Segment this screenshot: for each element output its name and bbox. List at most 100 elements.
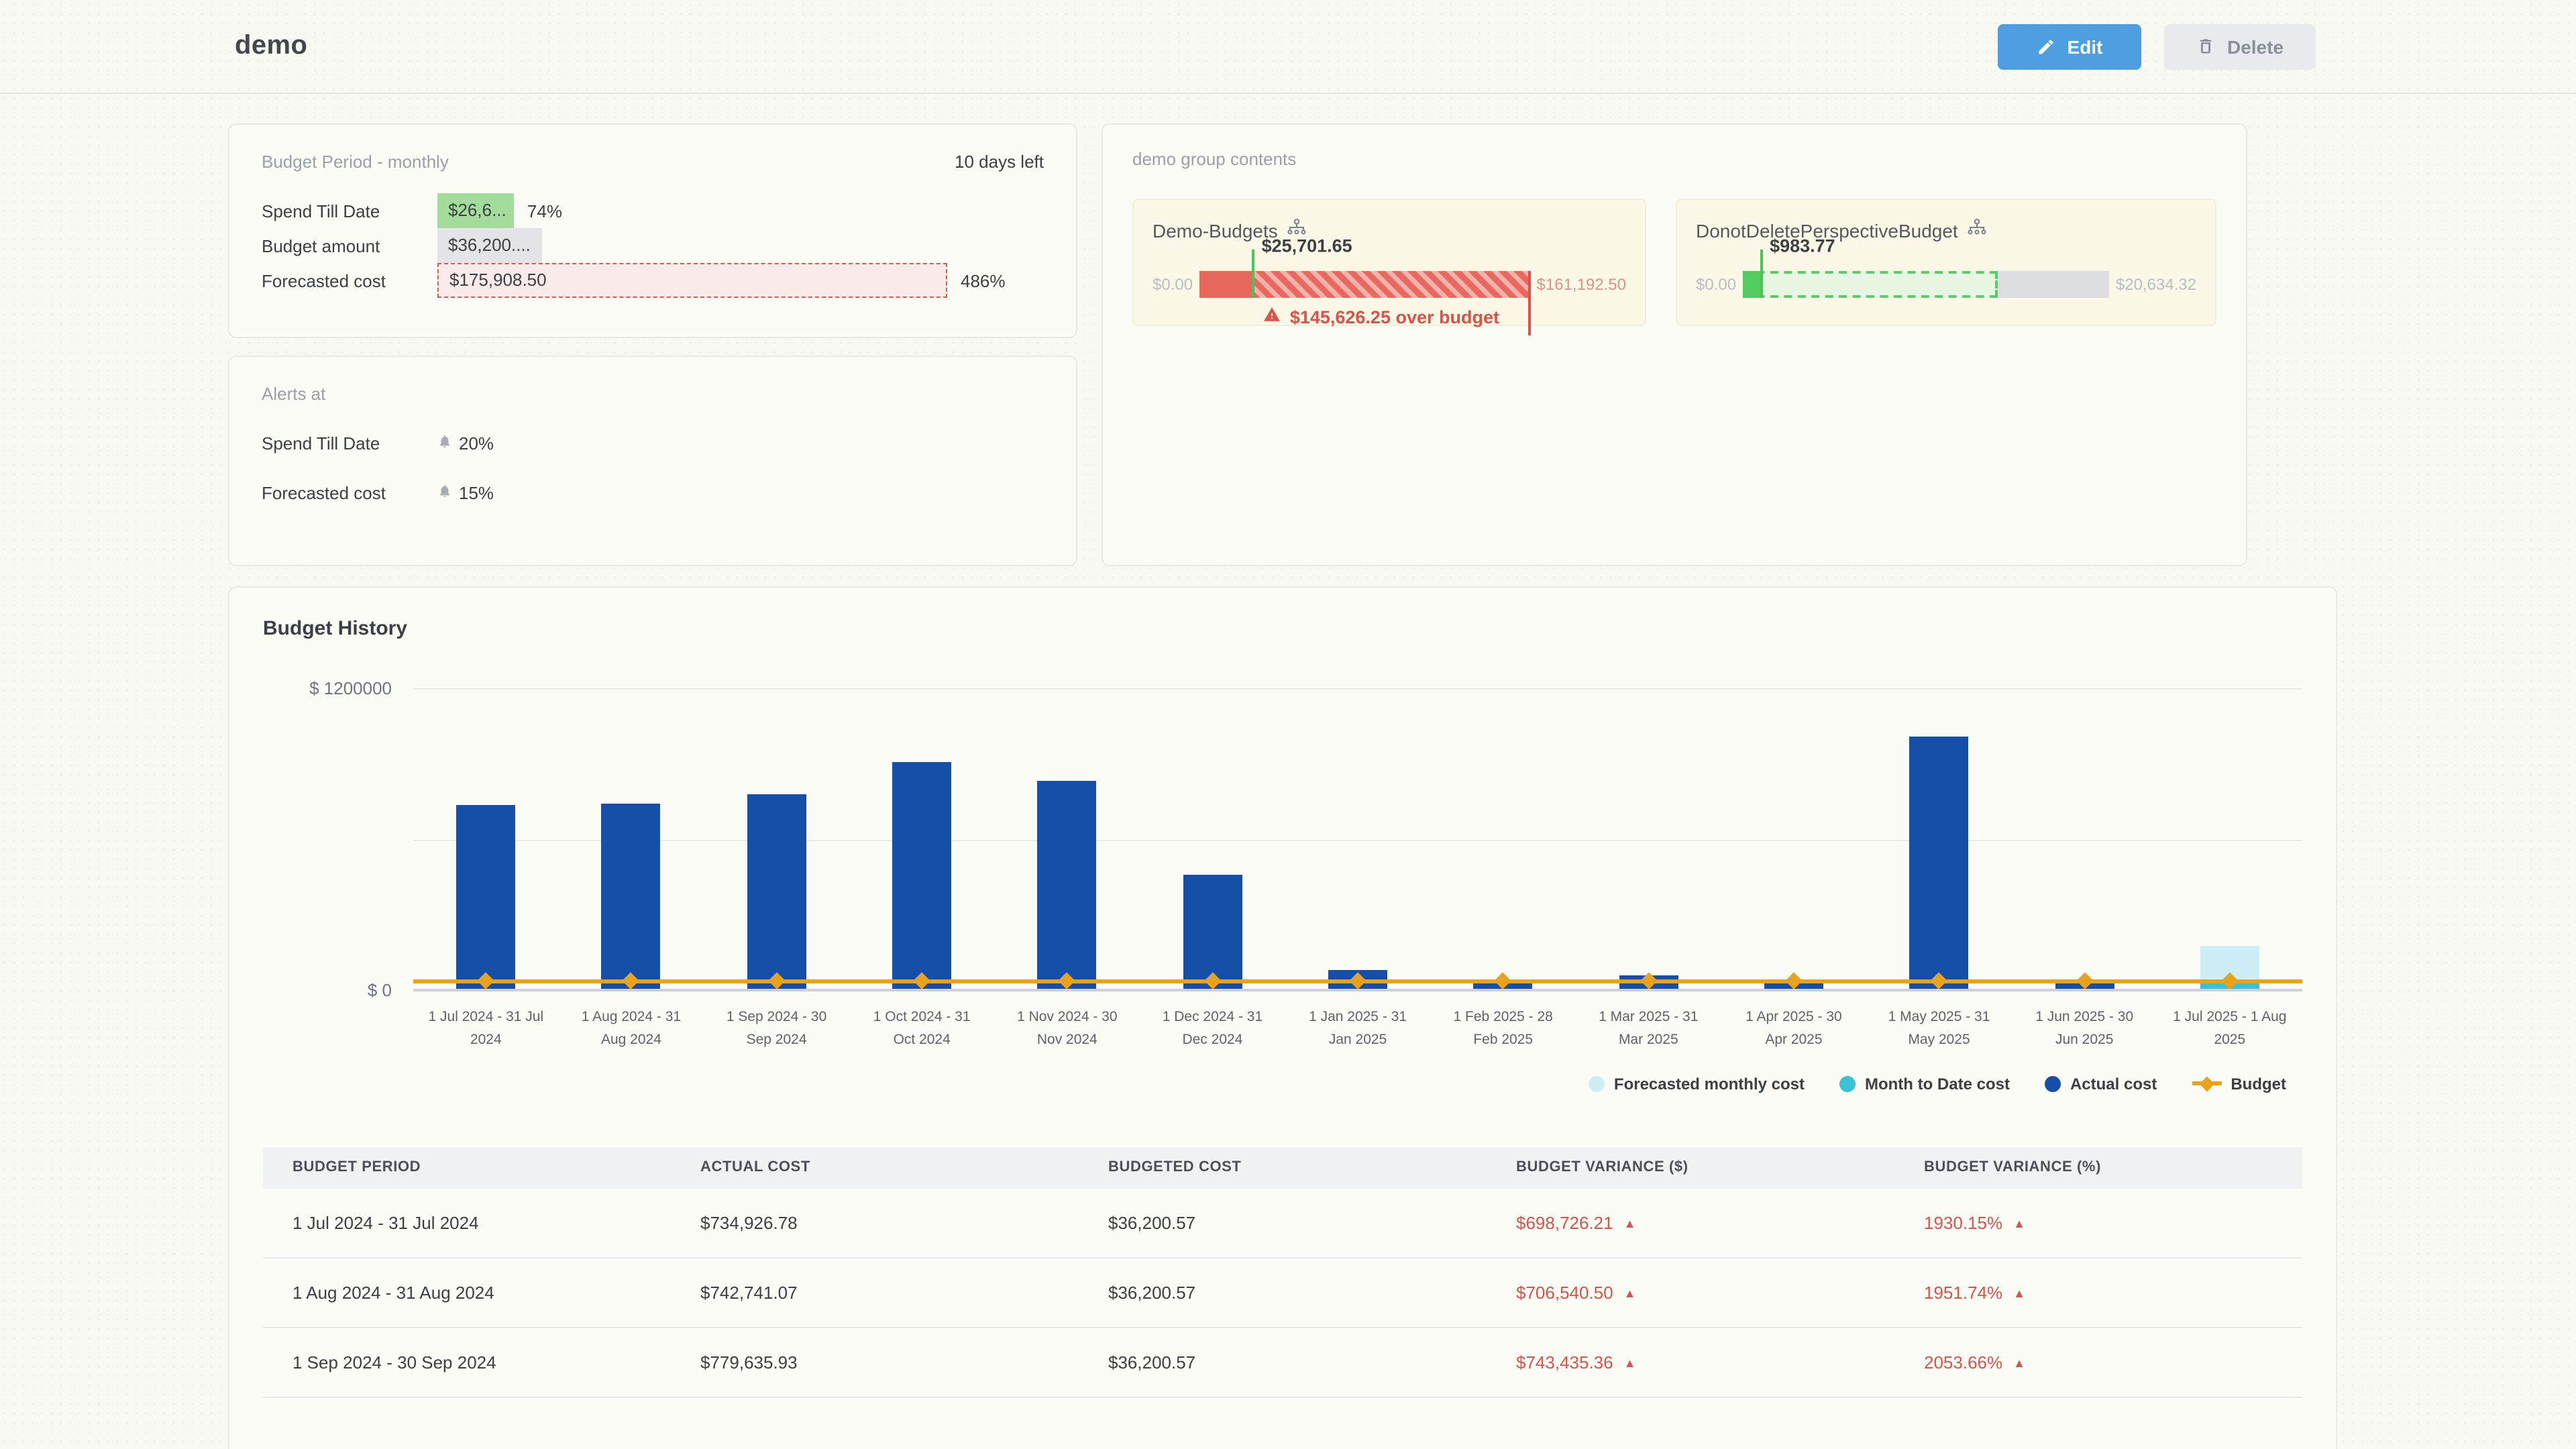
x-axis-label: 1 Feb 2025 - 28 Feb 2025 bbox=[1430, 1006, 1576, 1053]
group-budget-bar: $145,626.25 over budget$25,701.65 bbox=[1199, 271, 1529, 298]
x-axis-label-text: 1 Jul 2025 - 1 Aug 2025 bbox=[2171, 1006, 2289, 1053]
chart-legend: Forecasted monthly cost Month to Date cos… bbox=[263, 1074, 2302, 1093]
y-axis-tick-max: $ 1200000 bbox=[309, 678, 392, 698]
actual-cost-bar bbox=[602, 804, 661, 991]
edit-button[interactable]: Edit bbox=[1998, 23, 2141, 69]
table-row-partial bbox=[263, 1397, 2302, 1449]
alert-row: Forecasted cost 15% bbox=[262, 483, 1044, 503]
alert-rows: Spend Till Date20%Forecasted cost15% bbox=[262, 433, 1044, 503]
x-axis-label-text: 1 Mar 2025 - 31 Mar 2025 bbox=[1589, 1006, 1707, 1053]
table-row: 1 Aug 2024 - 31 Aug 2024$742,741.07$36,2… bbox=[263, 1258, 2302, 1328]
y-axis-tick-zero: $ 0 bbox=[368, 980, 392, 1000]
cell-budget-period: 1 Jul 2024 - 31 Jul 2024 bbox=[263, 1212, 671, 1232]
bar-min-label: $0.00 bbox=[1152, 275, 1193, 294]
legend-swatch-line-diamond bbox=[2192, 1081, 2221, 1085]
x-axis-label-text: 1 Feb 2025 - 28 Feb 2025 bbox=[1444, 1006, 1562, 1053]
x-axis-label-text: 1 Jul 2024 - 31 Jul 2024 bbox=[427, 1006, 545, 1053]
x-axis-baseline bbox=[413, 989, 2302, 991]
group-budget-bar-row: $0.00$145,626.25 over budget$25,701.65$1… bbox=[1152, 271, 1626, 298]
actual-cost-bar bbox=[892, 763, 951, 990]
budget-period-card-title: Budget Period - monthly bbox=[262, 152, 449, 172]
budget-amount-bar: $36,200.... bbox=[437, 228, 542, 263]
table-body: 1 Jul 2024 - 31 Jul 2024$734,926.78$36,2… bbox=[263, 1188, 2302, 1449]
forecast-segment bbox=[1743, 271, 1998, 298]
spent-segment bbox=[1743, 271, 1760, 298]
legend-label: Forecasted monthly cost bbox=[1614, 1074, 1805, 1093]
group-budget-bar-row: $0.00$983.77$20,634.32 bbox=[1696, 271, 2196, 298]
actual-cost-bar bbox=[747, 794, 806, 990]
cell-budget-period: 1 Aug 2024 - 31 Aug 2024 bbox=[263, 1282, 671, 1302]
chart-column bbox=[559, 688, 704, 990]
variance-up-icon: ▲ bbox=[2013, 1216, 2025, 1230]
x-axis-label-text: 1 Nov 2024 - 30 Nov 2024 bbox=[1008, 1006, 1126, 1053]
cell-budgeted-cost: $36,200.57 bbox=[1079, 1212, 1487, 1232]
delete-button[interactable]: Delete bbox=[2164, 23, 2316, 69]
group-contents-card: demo group contents Demo-Budgets$0.00$14… bbox=[1102, 123, 2247, 566]
legend-label: Budget bbox=[2231, 1074, 2286, 1093]
x-axis-label-text: 1 Jun 2025 - 30 Jun 2025 bbox=[2025, 1006, 2143, 1053]
budget-tick bbox=[1760, 250, 1763, 298]
x-axis-label: 1 Apr 2025 - 30 Apr 2025 bbox=[1721, 1006, 1867, 1053]
budget-period-row: Budget amount$36,200.... bbox=[262, 228, 1044, 263]
table-column-header: BUDGET PERIOD bbox=[263, 1159, 671, 1175]
chart-column bbox=[704, 688, 849, 990]
x-axis-label: 1 Jul 2024 - 31 Jul 2024 bbox=[413, 1006, 559, 1053]
y-axis: $ 1200000 $ 0 bbox=[263, 688, 413, 990]
budget-history-card: Budget History $ 1200000 $ 0 1 Jul 2024 … bbox=[228, 586, 2337, 1449]
chart-column bbox=[1140, 688, 1285, 990]
delete-button-label: Delete bbox=[2227, 36, 2284, 57]
over-budget-end-line bbox=[1529, 271, 1532, 335]
x-axis-label: 1 Jun 2025 - 30 Jun 2025 bbox=[2012, 1006, 2157, 1053]
legend-item[interactable]: Forecasted monthly cost bbox=[1589, 1074, 1805, 1093]
chart-column bbox=[849, 688, 995, 990]
legend-item[interactable]: Actual cost bbox=[2045, 1074, 2157, 1093]
alerts-card: Alerts at Spend Till Date20%Forecasted c… bbox=[228, 356, 1077, 566]
forecasted-cost-bar: $175,908.50 bbox=[437, 263, 947, 298]
cell-budgeted-cost: $36,200.57 bbox=[1079, 1352, 1487, 1372]
group-budget-body: $0.00$145,626.25 over budget$25,701.65$1… bbox=[1152, 271, 1626, 298]
cell-budget-variance-pct: 1930.15%▲ bbox=[1894, 1212, 2302, 1232]
group-budget-list: Demo-Budgets $0.00 $145,626.25 over budget… bbox=[1132, 199, 2216, 326]
alert-row-label: Forecasted cost bbox=[262, 483, 437, 503]
legend-label: Actual cost bbox=[2070, 1074, 2157, 1093]
bar-max-label: $20,634.32 bbox=[2116, 275, 2196, 294]
chart-column bbox=[1721, 688, 1867, 990]
x-axis-label: 1 Mar 2025 - 31 Mar 2025 bbox=[1576, 1006, 1721, 1053]
alert-threshold-value: 15% bbox=[459, 483, 494, 503]
x-axis-label: 1 Nov 2024 - 30 Nov 2024 bbox=[995, 1006, 1140, 1053]
pencil-icon bbox=[2037, 37, 2055, 56]
x-axis-label: 1 Jul 2025 - 1 Aug 2025 bbox=[2157, 1006, 2303, 1053]
table-column-header: BUDGET VARIANCE ($) bbox=[1487, 1159, 1894, 1175]
x-axis-labels: 1 Jul 2024 - 31 Jul 20241 Aug 2024 - 31 … bbox=[413, 1006, 2302, 1053]
budget-detail-page: demo Edit Delete Budget Period - mont bbox=[0, 0, 2576, 1449]
cell-budget-variance-usd: $706,540.50▲ bbox=[1487, 1282, 1894, 1302]
over-budget-note: $145,626.25 over budget bbox=[1199, 306, 1529, 327]
over-budget-forecast-segment bbox=[1252, 271, 1530, 298]
alert-threshold: 20% bbox=[437, 433, 494, 453]
group-budget-name[interactable]: Demo-Budgets bbox=[1152, 220, 1278, 241]
budget-tick bbox=[1252, 250, 1255, 298]
legend-item[interactable]: Month to Date cost bbox=[1839, 1074, 2010, 1093]
budget-period-row-label: Spend Till Date bbox=[262, 201, 437, 221]
x-axis-label-text: 1 May 2025 - 31 May 2025 bbox=[1880, 1006, 1998, 1053]
trash-icon bbox=[2196, 36, 2215, 56]
x-axis-label-text: 1 Apr 2025 - 30 Apr 2025 bbox=[1735, 1006, 1853, 1053]
group-budget-item: DonotDeletePerspectiveBudget$0.00$983.77… bbox=[1676, 199, 2216, 326]
legend-item[interactable]: Budget bbox=[2192, 1074, 2286, 1093]
variance-up-icon: ▲ bbox=[1624, 1286, 1636, 1299]
org-chart-icon bbox=[1968, 217, 1988, 244]
cell-actual-cost: $742,741.07 bbox=[671, 1282, 1079, 1302]
edit-button-label: Edit bbox=[2068, 36, 2103, 57]
chart-column bbox=[413, 688, 559, 990]
variance-up-icon: ▲ bbox=[1624, 1216, 1636, 1230]
cell-budget-variance-pct: 1951.74%▲ bbox=[1894, 1282, 2302, 1302]
x-axis-label: 1 Dec 2024 - 31 Dec 2024 bbox=[1140, 1006, 1285, 1053]
legend-swatch-circle bbox=[1589, 1075, 1605, 1091]
chart-column bbox=[995, 688, 1140, 990]
x-axis-label: 1 Sep 2024 - 30 Sep 2024 bbox=[704, 1006, 849, 1053]
group-budget-bar: $983.77 bbox=[1743, 271, 2109, 298]
budget-history-title: Budget History bbox=[263, 617, 2302, 640]
spend-till-date-bar: $26,6... bbox=[437, 193, 514, 228]
variance-up-icon: ▲ bbox=[1624, 1356, 1636, 1369]
legend-label: Month to Date cost bbox=[1865, 1074, 2010, 1093]
